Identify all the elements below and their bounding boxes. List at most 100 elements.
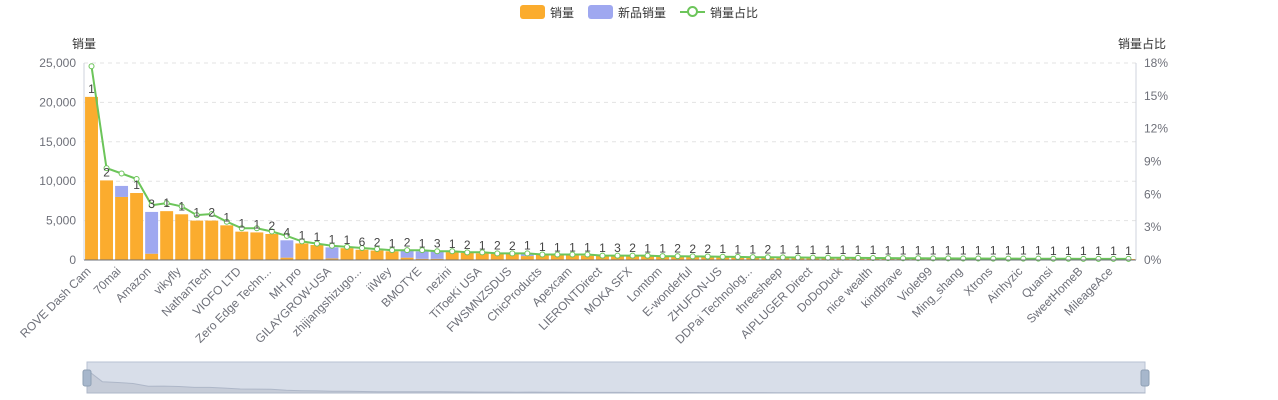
bar-series	[85, 96, 1135, 260]
bar-new-sales	[280, 240, 294, 258]
x-axis: ROVE Dash Cam70maiAmazonvikyflyNathanTec…	[17, 259, 1136, 347]
bar-value-label: 1	[163, 196, 170, 210]
bar-value-label: 1	[253, 217, 260, 231]
bar-value-label: 2	[674, 242, 681, 256]
y-left-tick-label: 20,000	[39, 95, 76, 109]
bar-value-label: 1	[990, 244, 997, 258]
bar-value-label: 1	[870, 243, 877, 257]
y-left-tick-label: 25,000	[39, 56, 76, 70]
bar-sales	[340, 248, 354, 260]
bar-value-label: 1	[1080, 244, 1087, 258]
bar-value-labels: 1213 1 1 1 2 1 1 1 2 4 1 1 1 1 6 2 1 2 1 3 1 2 1 2 2 1 1 1 1 1 1 3 2 1 1 2 2…	[88, 82, 1132, 258]
bar-new-sales	[145, 211, 159, 254]
bar-value-label: 1	[569, 240, 576, 254]
bar-value-label: 1	[749, 242, 756, 256]
bar-value-label: 1	[344, 233, 351, 247]
y-right-tick-label: 6%	[1144, 187, 1162, 201]
bar-value-label: 1	[644, 241, 651, 255]
share-line	[90, 66, 1129, 260]
bar-value-label: 1	[779, 243, 786, 257]
bar-value-label: 2	[464, 238, 471, 252]
y-left-tick-label: 0	[69, 253, 76, 267]
bar-value-label: 1	[223, 210, 230, 224]
bar-value-label: 2	[269, 219, 276, 233]
zoom-handle-left[interactable]	[82, 369, 92, 387]
bar-value-label: 6	[359, 235, 366, 249]
bar-value-label: 2	[629, 241, 636, 255]
bar-value-label: 1	[1050, 244, 1057, 258]
bar-sales	[220, 225, 234, 260]
bar-sales	[520, 256, 534, 260]
bar-value-label: 3	[434, 236, 441, 250]
bar-new-sales	[325, 247, 339, 259]
bar-value-label: 1	[1005, 244, 1012, 258]
bar-sales	[250, 232, 264, 260]
bar-sales	[205, 220, 219, 260]
bar-value-label: 1	[810, 243, 817, 257]
data-zoom-slider[interactable]	[82, 361, 1150, 394]
y-right-tick-label: 12%	[1144, 122, 1168, 136]
bar-value-label: 1	[238, 217, 245, 231]
bar-value-label: 1	[900, 243, 907, 257]
chart-canvas: 0 5,000 10,000 15,000 20,000 25,000 0% 3% 6% 9% 1…	[17, 56, 1168, 394]
bar-sales	[310, 245, 324, 260]
bar-sales	[235, 231, 249, 260]
bar-value-label: 1	[960, 244, 967, 258]
bar-value-label: 1	[449, 237, 456, 251]
bar-sales	[85, 96, 98, 260]
bar-value-label: 2	[764, 243, 771, 257]
bar-value-label: 2	[494, 239, 501, 253]
bar-value-label: 1	[915, 243, 922, 257]
bar-value-label: 2	[689, 242, 696, 256]
bar-sales	[265, 233, 279, 260]
bar-sales	[295, 243, 309, 260]
bar-value-label: 1	[584, 241, 591, 255]
bar-value-label: 1	[1125, 244, 1132, 258]
bar-value-label: 1	[975, 244, 982, 258]
bar-value-label: 1	[133, 178, 140, 192]
bar-value-label: 1	[539, 240, 546, 254]
y-left-tick-label: 15,000	[39, 135, 76, 149]
y-right-tick-label: 9%	[1144, 155, 1162, 169]
bar-value-label: 2	[208, 206, 215, 220]
bar-sales	[160, 211, 174, 260]
bar-value-label: 1	[1065, 244, 1072, 258]
bar-sales	[355, 249, 369, 260]
bar-value-label: 4	[284, 225, 291, 239]
bar-value-label: 1	[659, 242, 666, 256]
share-point	[118, 170, 125, 177]
bar-value-label: 1	[389, 236, 396, 250]
bar-sales	[190, 220, 204, 260]
bar-value-label: 1	[178, 199, 185, 213]
zoom-handle-right[interactable]	[1140, 369, 1150, 387]
y-left-tick-label: 5,000	[46, 214, 76, 228]
bar-value-label: 2	[404, 236, 411, 250]
bar-value-label: 1	[419, 236, 426, 250]
bar-value-label: 1	[855, 243, 862, 257]
bar-value-label: 1	[719, 242, 726, 256]
bar-value-label: 3	[614, 241, 621, 255]
bar-sales	[100, 180, 114, 260]
x-tick-label: ROVE Dash Cam	[17, 264, 93, 340]
bar-value-label: 2	[374, 236, 381, 250]
bar-value-label: 1	[314, 230, 321, 244]
bar-value-label: 1	[930, 243, 937, 257]
bar-value-label: 1	[329, 232, 336, 246]
bar-value-label: 1	[1035, 244, 1042, 258]
bar-value-label: 1	[88, 82, 95, 96]
bar-value-label: 1	[1020, 244, 1027, 258]
bar-value-label: 1	[1110, 244, 1117, 258]
y-right-tick-label: 3%	[1144, 220, 1162, 234]
bar-value-label: 1	[885, 243, 892, 257]
bar-value-label: 2	[509, 239, 516, 253]
y-axis-right: 0% 3% 6% 9% 12% 15% 18%	[1135, 56, 1168, 267]
bar-sales	[175, 214, 189, 260]
bar-sales	[130, 193, 144, 260]
bar-value-label: 1	[554, 240, 561, 254]
bar-value-label: 1	[193, 206, 200, 220]
bar-value-label: 1	[840, 243, 847, 257]
bar-value-label: 1	[734, 242, 741, 256]
share-point	[88, 63, 95, 70]
bar-value-label: 1	[524, 239, 531, 253]
bar-new-sales	[115, 185, 129, 197]
